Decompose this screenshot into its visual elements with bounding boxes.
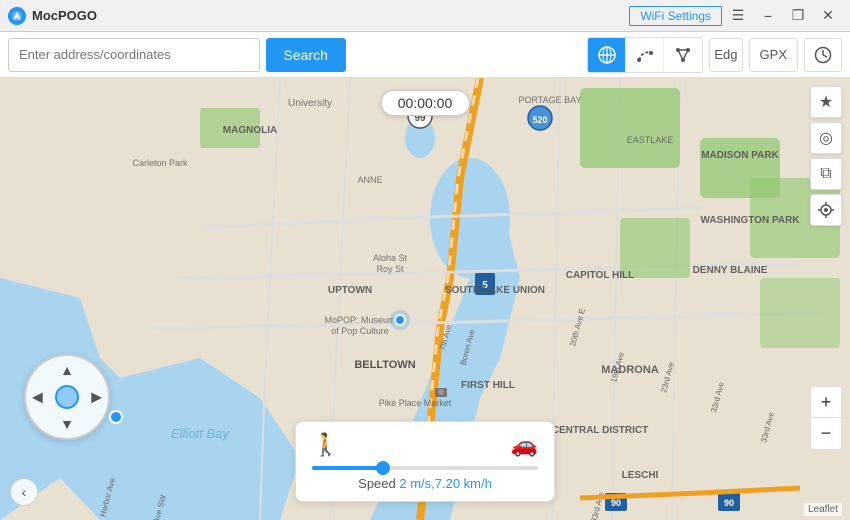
menu-button[interactable]: ☰ <box>724 5 752 27</box>
close-button[interactable]: ✕ <box>814 5 842 27</box>
svg-text:UPTOWN: UPTOWN <box>328 285 372 296</box>
maximize-button[interactable]: ❐ <box>784 5 812 27</box>
center-location-button[interactable] <box>810 194 842 226</box>
edge-label: Edg <box>709 38 742 72</box>
svg-text:MADRONA: MADRONA <box>601 364 658 376</box>
svg-text:Elliott Bay: Elliott Bay <box>171 426 230 441</box>
svg-text:90: 90 <box>724 498 734 508</box>
svg-text:of Pop Culture: of Pop Culture <box>331 326 389 336</box>
walk-icon[interactable]: 🚶 <box>312 432 339 458</box>
back-button[interactable]: ‹ <box>10 478 38 506</box>
search-button[interactable]: Search <box>266 38 346 72</box>
joystick-ring: ▲ ▼ ◀ ▶ <box>24 354 110 440</box>
speed-panel: 🚶 🚗 Speed 2 m/s,7.20 km/h <box>295 421 555 502</box>
timer-display: 00:00:00 <box>381 90 470 116</box>
joystick-right[interactable]: ▶ <box>91 389 102 406</box>
drive-icon[interactable]: 🚗 <box>511 432 538 458</box>
svg-text:EASTLAKE: EASTLAKE <box>627 135 674 145</box>
gpx-button[interactable]: GPX <box>749 38 798 72</box>
speed-slider[interactable] <box>312 466 538 470</box>
location-pin <box>390 310 410 330</box>
zoom-controls: + − <box>810 386 842 450</box>
svg-text:University: University <box>288 98 332 109</box>
joystick-down[interactable]: ▼ <box>60 416 74 432</box>
svg-text:90: 90 <box>611 498 621 508</box>
screenshot-button[interactable]: ⧉ <box>810 158 842 190</box>
compass-button[interactable]: ◎ <box>810 122 842 154</box>
svg-text:Pike Place Market: Pike Place Market <box>379 398 452 408</box>
route-mode-button[interactable] <box>626 38 664 72</box>
svg-text:MoPOP: Museum: MoPOP: Museum <box>324 315 395 325</box>
svg-text:WASHINGTON PARK: WASHINGTON PARK <box>700 215 800 226</box>
map-container[interactable]: 99 520 99 ⬛ 5 90 90 MAGNOLIA University … <box>0 78 850 520</box>
right-tools: ★ ◎ ⧉ <box>810 86 842 226</box>
speed-label: Speed <box>358 476 399 491</box>
joystick-up[interactable]: ▲ <box>60 362 74 378</box>
mode-tools <box>587 37 703 73</box>
svg-text:Carleton Park: Carleton Park <box>132 158 188 168</box>
svg-text:MAGNOLIA: MAGNOLIA <box>223 125 277 136</box>
minimize-button[interactable]: − <box>754 5 782 27</box>
titlebar-controls: WiFi Settings ☰ − ❐ ✕ <box>629 5 842 27</box>
history-button[interactable] <box>804 38 842 72</box>
wifi-settings-button[interactable]: WiFi Settings <box>629 6 722 26</box>
svg-text:SOUTH LAKE UNION: SOUTH LAKE UNION <box>445 285 545 296</box>
toolbar: Search <box>0 32 850 78</box>
speed-text: Speed 2 m/s,7.20 km/h <box>312 476 538 491</box>
titlebar: MocPOGO WiFi Settings ☰ − ❐ ✕ <box>0 0 850 32</box>
svg-text:FIRST HILL: FIRST HILL <box>461 380 515 391</box>
svg-text:DENNY BLAINE: DENNY BLAINE <box>693 265 768 276</box>
joystick[interactable]: ▲ ▼ ◀ ▶ <box>24 354 110 440</box>
teleport-mode-button[interactable] <box>588 38 626 72</box>
svg-text:PORTAGE BAY: PORTAGE BAY <box>518 95 581 105</box>
titlebar-left: MocPOGO <box>8 7 97 25</box>
speed-value: 2 m/s,7.20 km/h <box>399 476 491 491</box>
zoom-out-button[interactable]: − <box>810 418 842 450</box>
search-input[interactable] <box>8 38 260 72</box>
leaflet-attribution: Leaflet <box>804 503 842 516</box>
zoom-in-button[interactable]: + <box>810 386 842 418</box>
joystick-indicator <box>109 410 123 424</box>
svg-text:CAPITOL HILL: CAPITOL HILL <box>566 270 635 281</box>
favorites-button[interactable]: ★ <box>810 86 842 118</box>
app-title: MocPOGO <box>32 8 97 23</box>
app-logo <box>8 7 26 25</box>
svg-text:LESCHI: LESCHI <box>622 470 659 481</box>
joystick-center[interactable] <box>55 385 79 409</box>
svg-text:CENTRAL DISTRICT: CENTRAL DISTRICT <box>552 425 648 436</box>
multi-route-button[interactable] <box>664 38 702 72</box>
svg-text:BELLTOWN: BELLTOWN <box>354 359 415 371</box>
svg-text:ANNE: ANNE <box>357 175 382 185</box>
joystick-left[interactable]: ◀ <box>32 389 43 406</box>
svg-text:Roy St: Roy St <box>376 264 404 274</box>
svg-text:MADISON PARK: MADISON PARK <box>701 150 779 161</box>
svg-text:520: 520 <box>532 115 547 125</box>
svg-text:Aloha St: Aloha St <box>373 253 408 263</box>
